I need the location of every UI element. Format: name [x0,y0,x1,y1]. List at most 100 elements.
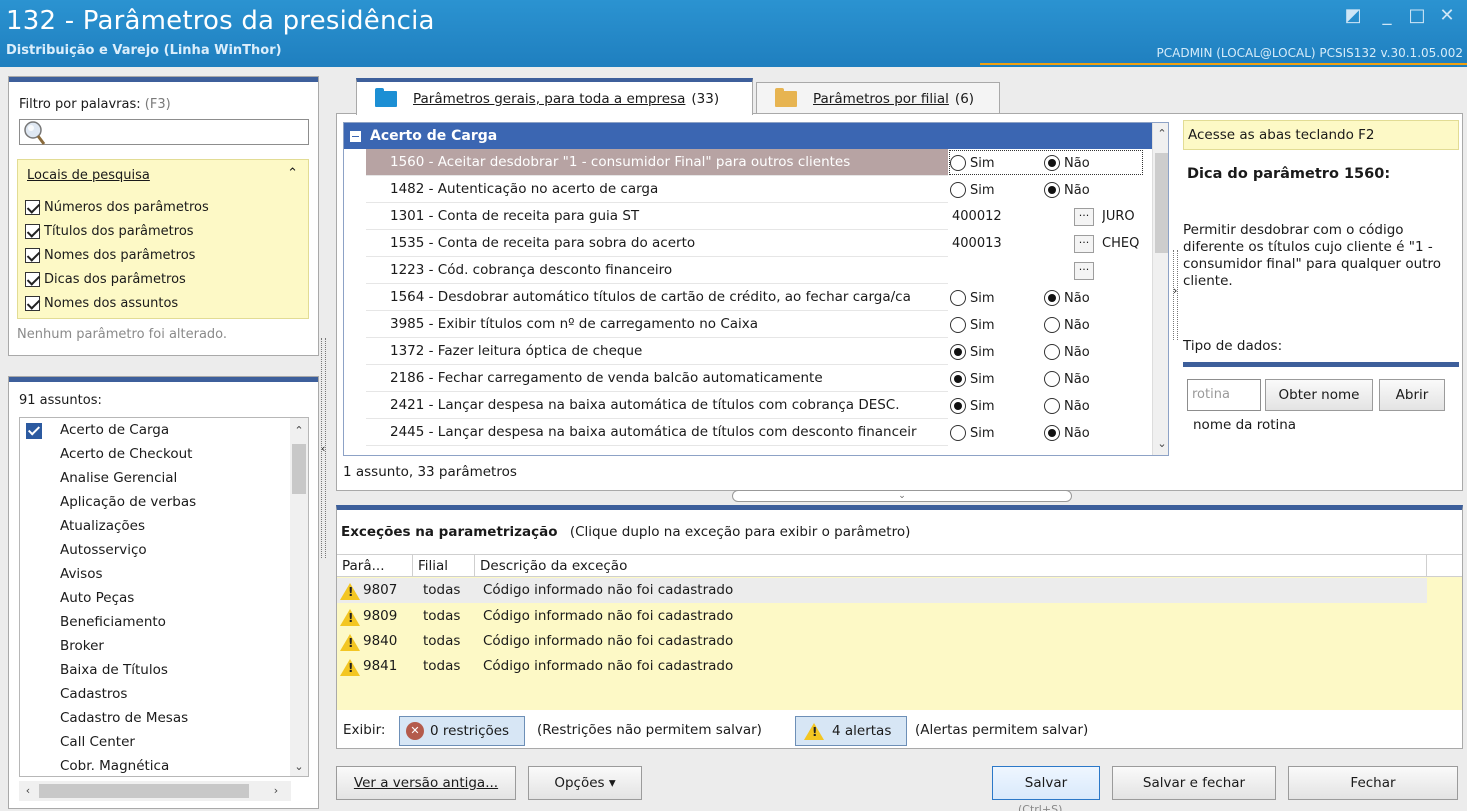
table-row[interactable]: 2186 - Fechar carregamento de venda balc… [366,365,1144,392]
checkbox-icon[interactable] [25,199,40,215]
code-value[interactable]: 400012 [952,203,1002,230]
table-row[interactable]: 1560 - Aceitar desdobrar "1 - consumidor… [366,149,1144,176]
radio-yes[interactable]: Sim [950,154,995,172]
subjects-list[interactable]: Acerto de Carga Acerto de Checkout Anali… [19,417,309,777]
old-version-button[interactable]: Ver a versão antiga... [336,766,516,800]
filter-input[interactable] [19,119,309,145]
list-item[interactable]: Auto Peças [20,586,288,610]
radio-icon[interactable] [950,155,966,171]
radio-icon[interactable] [1044,371,1060,387]
table-row[interactable]: 1535 - Conta de receita para sobra do ac… [366,230,1144,257]
radio-icon[interactable] [1044,398,1060,414]
horizontal-splitter-handle[interactable]: ⌄ [732,490,1072,502]
expand-right-icon[interactable]: › [1173,284,1177,297]
list-item[interactable]: Analise Gerencial [20,466,288,490]
table-row[interactable]: 3985 - Exibir títulos com nº de carregam… [366,311,1144,338]
column-header-description[interactable]: Descrição da exceção [475,555,1427,577]
scroll-left-icon[interactable]: ‹ [19,784,37,797]
radio-icon[interactable] [950,344,966,360]
table-row[interactable]: 1482 - Autenticação no acerto de carga Si… [366,176,1144,203]
option-param-hints[interactable]: Dicas dos parâmetros [25,268,186,290]
grid-scrollbar[interactable]: ⌃ ⌄ [1152,123,1168,455]
radio-icon[interactable] [950,290,966,306]
routine-input[interactable]: rotina [1187,379,1261,411]
list-item[interactable]: Cadastro de Mesas [20,706,288,730]
radio-yes[interactable]: Sim [950,181,995,199]
table-row[interactable]: 9841 todas Código informado não foi cada… [337,654,1427,679]
scroll-thumb[interactable] [39,784,249,798]
tab-branch-params[interactable]: Parâmetros por filial (6) [756,82,1000,114]
table-row[interactable]: 2421 - Lançar despesa na baixa automátic… [366,392,1144,419]
radio-icon[interactable] [950,425,966,441]
radio-no[interactable]: Não [1044,370,1090,388]
radio-icon[interactable] [1044,344,1060,360]
option-subject-names[interactable]: Nomes dos assuntos [25,292,178,314]
radio-no[interactable]: Não [1044,343,1090,361]
radio-icon[interactable] [1044,290,1060,306]
list-item[interactable]: Broker [20,634,288,658]
collapse-icon[interactable]: ⌃ [287,166,298,181]
checkbox-icon[interactable] [25,247,40,263]
restore-icon[interactable]: ◩ [1342,6,1364,26]
save-button[interactable]: Salvar [992,766,1100,800]
maximize-icon[interactable]: □ [1406,6,1428,26]
scroll-up-icon[interactable]: ⌃ [290,424,308,437]
radio-no[interactable]: Não [1044,289,1090,307]
radio-yes[interactable]: Sim [950,289,995,307]
get-name-button[interactable]: Obter nome [1265,379,1373,411]
radio-no[interactable]: Não [1044,154,1090,172]
list-item[interactable]: Acerto de Carga [20,418,288,442]
ellipsis-button[interactable]: ··· [1074,262,1094,280]
ellipsis-button[interactable]: ··· [1074,235,1094,253]
tab-general-params[interactable]: Parâmetros gerais, para toda a empresa (… [356,78,753,115]
checkbox-icon[interactable] [25,295,40,311]
radio-icon[interactable] [950,182,966,198]
list-item[interactable]: Atualizações [20,514,288,538]
checkbox-icon[interactable] [25,271,40,287]
collapse-left-icon[interactable]: ‹ [321,442,325,455]
table-row[interactable]: 9840 todas Código informado não foi cada… [337,629,1427,654]
list-item[interactable]: Avisos [20,562,288,586]
restrictions-button[interactable]: ✕ 0 restrições [399,716,525,746]
radio-no[interactable]: Não [1044,316,1090,334]
group-header[interactable]: Acerto de Carga [344,123,1168,149]
radio-yes[interactable]: Sim [950,424,995,442]
save-close-button[interactable]: Salvar e fechar [1112,766,1276,800]
table-row[interactable]: 1223 - Cód. cobrança desconto financeiro… [366,257,1144,284]
minimize-icon[interactable]: _ [1376,6,1398,26]
radio-icon[interactable] [950,371,966,387]
list-item[interactable]: Beneficiamento [20,610,288,634]
list-item[interactable]: Baixa de Títulos [20,658,288,682]
radio-yes[interactable]: Sim [950,343,995,361]
radio-no[interactable]: Não [1044,181,1090,199]
table-row[interactable]: 2445 - Lançar despesa na baixa automátic… [366,419,1144,446]
scroll-thumb[interactable] [292,444,306,494]
options-button[interactable]: Opções ▾ [528,766,642,800]
radio-icon[interactable] [1044,425,1060,441]
radio-icon[interactable] [1044,155,1060,171]
open-button[interactable]: Abrir [1379,379,1445,411]
list-item[interactable]: Cadastros [20,682,288,706]
column-header-param[interactable]: Parâ... [337,555,413,577]
radio-icon[interactable] [1044,317,1060,333]
search-locations-title[interactable]: Locais de pesquisa [27,168,150,183]
checkbox-icon[interactable] [25,223,40,239]
radio-icon[interactable] [1044,182,1060,198]
list-item[interactable]: Autosserviço [20,538,288,562]
table-row[interactable]: 9809 todas Código informado não foi cada… [337,604,1427,629]
table-row[interactable]: 9807 todas Código informado não foi cada… [337,578,1427,603]
radio-yes[interactable]: Sim [950,370,995,388]
radio-no[interactable]: Não [1044,424,1090,442]
radio-yes[interactable]: Sim [950,397,995,415]
scroll-thumb[interactable] [1155,153,1168,253]
ellipsis-button[interactable]: ··· [1074,208,1094,226]
option-param-names[interactable]: Nomes dos parâmetros [25,244,195,266]
radio-icon[interactable] [950,317,966,333]
list-item[interactable]: Cobr. Magnética [20,754,288,776]
column-header-branch[interactable]: Filial [413,555,475,577]
radio-icon[interactable] [950,398,966,414]
code-value[interactable]: 400013 [952,230,1002,257]
table-row[interactable]: 1372 - Fazer leitura óptica de cheque Sim… [366,338,1144,365]
list-item[interactable]: Acerto de Checkout [20,442,288,466]
radio-yes[interactable]: Sim [950,316,995,334]
